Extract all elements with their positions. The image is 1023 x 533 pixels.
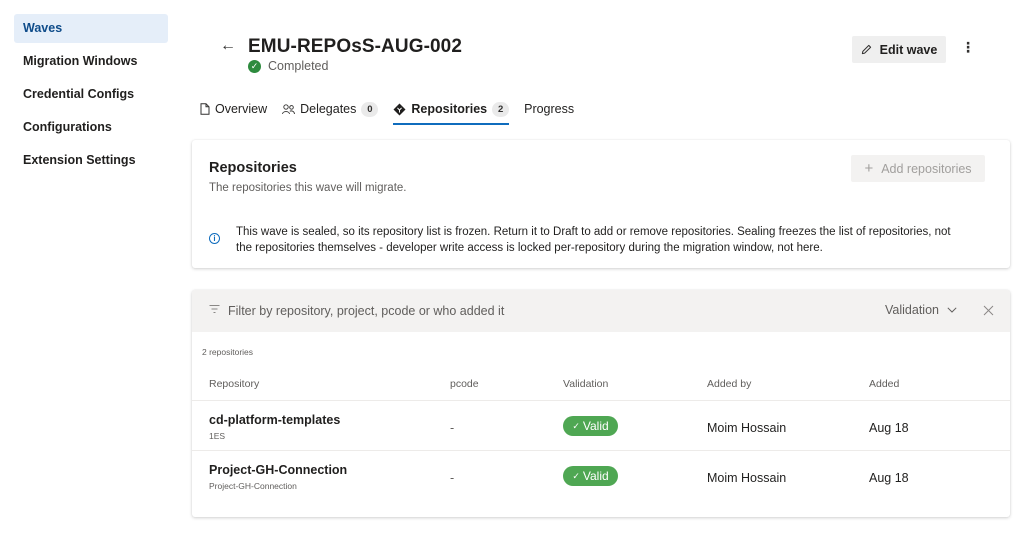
column-header-pcode[interactable]: pcode — [450, 378, 479, 390]
column-header-validation[interactable]: Validation — [563, 378, 608, 390]
tab-overview[interactable]: Overview — [200, 95, 267, 123]
sidebar-item-configurations[interactable]: Configurations — [14, 113, 168, 142]
add-repositories-button[interactable]: + Add repositories — [851, 155, 985, 182]
sidebar-item-credential-configs[interactable]: Credential Configs — [14, 80, 168, 109]
validation-badge: ✓ Valid — [563, 416, 618, 436]
validation-dropdown[interactable]: Validation — [885, 303, 957, 317]
pencil-icon — [861, 44, 871, 55]
sidebar: Waves Migration Windows Credential Confi… — [0, 0, 178, 533]
tab-overview-label: Overview — [215, 102, 268, 116]
tab-bar: Overview Delegates 0 Repositories 2 Prog… — [200, 95, 589, 125]
tab-progress-label: Progress — [524, 102, 575, 116]
validation-badge-label: Valid — [582, 419, 609, 433]
repositories-card: Repositories The repositories this wave … — [192, 140, 1010, 268]
column-header-added[interactable]: Added — [869, 378, 899, 390]
close-icon[interactable] — [983, 305, 994, 316]
info-icon: i — [209, 233, 220, 244]
status-text: Completed — [268, 59, 329, 73]
repository-count: 2 repositories — [202, 347, 254, 357]
column-header-added-by[interactable]: Added by — [707, 378, 751, 390]
back-arrow-icon[interactable]: ← — [220, 37, 236, 55]
info-text: This wave is sealed, so its repository l… — [236, 224, 996, 256]
tab-progress[interactable]: Progress — [524, 95, 574, 123]
more-options-icon[interactable]: ⋮ — [960, 39, 976, 59]
status-indicator: ✓ Completed — [248, 59, 328, 73]
sidebar-item-waves[interactable]: Waves — [14, 14, 168, 43]
page-header: ← EMU-REPOsS-AUG-002 ✓ Completed Edit wa… — [220, 36, 983, 80]
info-line-1: This wave is sealed, so its repository l… — [236, 226, 951, 238]
repository-name: Project-GH-Connection — [209, 463, 348, 477]
tab-repositories[interactable]: Repositories 2 — [393, 95, 510, 125]
edit-wave-button[interactable]: Edit wave — [852, 36, 946, 63]
filter-bar: Validation — [192, 290, 1010, 332]
tab-delegates-label: Delegates — [300, 102, 357, 116]
sidebar-item-extension-settings[interactable]: Extension Settings — [14, 146, 168, 175]
added-by-cell: Moim Hossain — [707, 471, 787, 485]
repository-project: 1ES — [209, 431, 226, 441]
repository-name: cd-platform-templates — [209, 413, 341, 427]
pcode-cell: - — [450, 421, 455, 435]
plus-icon: + — [864, 160, 874, 177]
tab-repositories-label: Repositories — [411, 102, 488, 116]
pcode-cell: - — [450, 471, 455, 485]
repositories-count-badge: 2 — [492, 101, 510, 117]
filter-input[interactable] — [228, 302, 728, 320]
filter-icon — [209, 305, 220, 313]
check-icon: ✓ — [572, 420, 580, 431]
check-circle-icon: ✓ — [248, 59, 261, 73]
repositories-table-card: Validation 2 repositories Repository pco… — [192, 290, 1010, 517]
document-icon — [200, 103, 210, 115]
sidebar-item-migration-windows[interactable]: Migration Windows — [14, 47, 168, 76]
repository-project: Project-GH-Connection — [209, 481, 297, 491]
info-line-2: the repositories themselves - developer … — [236, 242, 823, 254]
added-date-cell: Aug 18 — [869, 471, 909, 485]
delegates-count-badge: 0 — [361, 101, 379, 117]
people-icon — [282, 103, 296, 114]
edit-wave-label: Edit wave — [879, 42, 938, 57]
card-title: Repositories — [209, 160, 297, 176]
table-header: Repository pcode Validation Added by Add… — [192, 373, 1010, 401]
validation-badge: ✓ Valid — [563, 466, 618, 486]
add-repositories-label: Add repositories — [881, 161, 972, 176]
column-header-repository[interactable]: Repository — [209, 378, 259, 390]
tab-delegates[interactable]: Delegates 0 — [282, 95, 379, 123]
validation-dropdown-label: Validation — [885, 303, 939, 317]
page-title: EMU-REPOsS-AUG-002 — [248, 36, 463, 57]
added-date-cell: Aug 18 — [869, 421, 909, 435]
table-row[interactable]: Project-GH-Connection Project-GH-Connect… — [192, 452, 1010, 501]
card-subtitle: The repositories this wave will migrate. — [209, 182, 407, 194]
added-by-cell: Moim Hossain — [707, 421, 787, 435]
check-icon: ✓ — [572, 470, 580, 481]
table-row[interactable]: cd-platform-templates 1ES - ✓ Valid Moim… — [192, 402, 1010, 451]
chevron-down-icon — [947, 307, 957, 313]
validation-badge-label: Valid — [582, 469, 609, 483]
repo-diamond-icon — [393, 103, 406, 115]
